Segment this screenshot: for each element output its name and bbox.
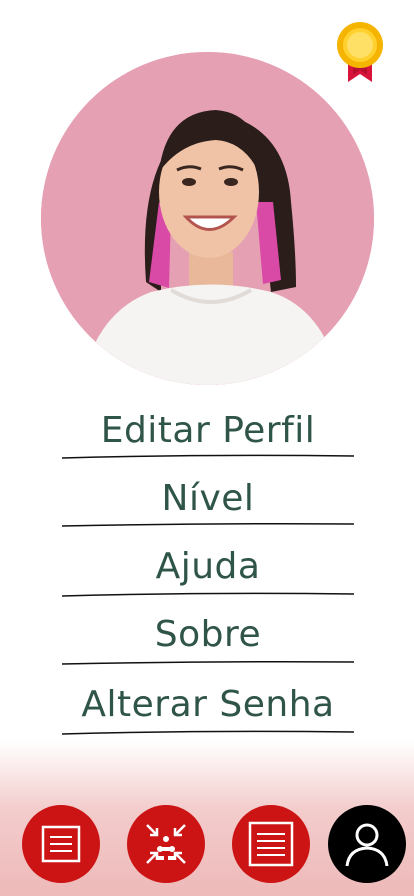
menu-item-sobre[interactable]: Sobre bbox=[58, 604, 358, 664]
menu-item-nivel[interactable]: Nível bbox=[58, 468, 358, 528]
menu-divider bbox=[61, 523, 355, 527]
menu-divider bbox=[61, 592, 355, 597]
document-icon bbox=[41, 825, 81, 863]
profile-photo bbox=[41, 52, 374, 385]
menu-item-label: Editar Perfil bbox=[100, 409, 316, 451]
menu-divider bbox=[61, 454, 355, 459]
menu-divider bbox=[61, 661, 355, 665]
menu-item-label: Sobre bbox=[154, 613, 262, 655]
menu-item-ajuda[interactable]: Ajuda bbox=[58, 536, 358, 596]
menu-item-editar-perfil[interactable]: Editar Perfil bbox=[58, 400, 358, 460]
group-arrows-icon bbox=[146, 824, 186, 864]
menu-item-label: Nível bbox=[161, 477, 255, 519]
nav-group-button[interactable] bbox=[127, 805, 205, 883]
user-profile-icon bbox=[345, 823, 389, 867]
menu-item-label: Ajuda bbox=[155, 545, 261, 587]
award-medal-icon bbox=[334, 20, 386, 86]
menu-item-alterar-senha[interactable]: Alterar Senha bbox=[58, 674, 358, 734]
profile-avatar[interactable] bbox=[41, 52, 374, 385]
menu-item-label: Alterar Senha bbox=[81, 683, 335, 725]
nav-profile-button[interactable] bbox=[328, 805, 406, 883]
nav-documents-button[interactable] bbox=[22, 805, 100, 883]
nav-list-button[interactable] bbox=[232, 805, 310, 883]
menu-divider bbox=[61, 730, 355, 735]
list-document-icon bbox=[248, 821, 294, 867]
